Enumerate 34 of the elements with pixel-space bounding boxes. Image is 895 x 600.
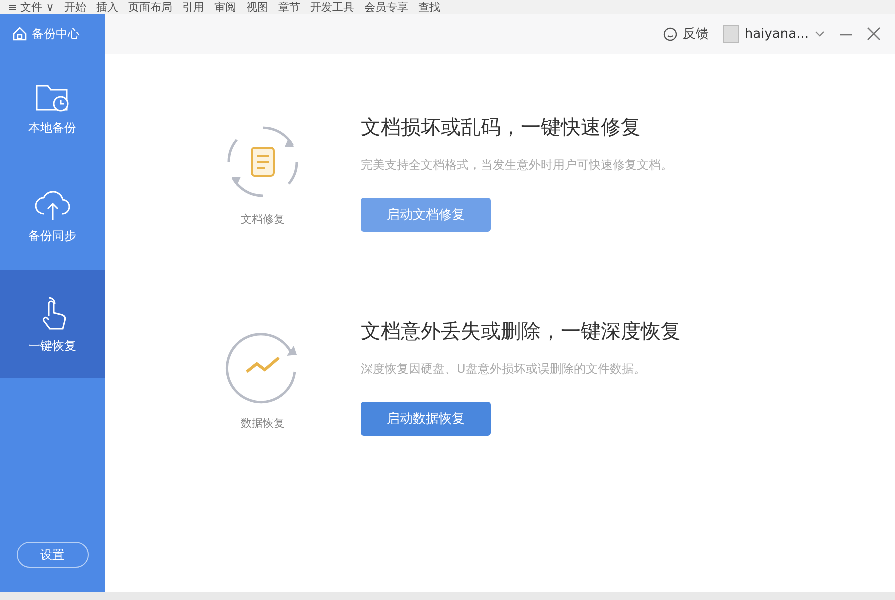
close-icon[interactable] (867, 27, 881, 41)
sidebar-item-label: 一键恢复 (28, 338, 76, 354)
feedback-button[interactable]: 反馈 (662, 25, 709, 43)
sidebar-item-label: 备份同步 (28, 228, 76, 244)
toolbar-menu-item[interactable]: 页面布局 (128, 2, 172, 14)
feature-label: 数据恢复 (241, 416, 285, 431)
toolbar-menu-item[interactable]: ≡ 文件 ∨ (8, 2, 54, 14)
sidebar-title: 备份中心 (32, 26, 80, 42)
section-title: 文档意外丢失或删除，一键深度恢复 (361, 318, 681, 345)
toolbar-menu-item[interactable]: 审阅 (214, 2, 236, 14)
section-description: 完美支持全文档格式，当发生意外时用户可快速修复文档。 (361, 157, 673, 174)
feature-label: 文档修复 (241, 212, 285, 227)
sidebar-item[interactable]: 备份同步 (0, 162, 105, 270)
toolbar-menu-item[interactable]: 会员专享 (364, 2, 408, 14)
chat-icon (662, 26, 678, 42)
chevron-down-icon[interactable] (815, 31, 825, 37)
sidebar-item-label: 本地备份 (28, 120, 76, 136)
settings-button[interactable]: 设置 (16, 542, 88, 568)
user-name[interactable]: haiyana... (744, 26, 809, 42)
toolbar-menu-item[interactable]: 开始 (64, 2, 86, 14)
section-title: 文档损坏或乱码，一键快速修复 (361, 114, 642, 141)
avatar (722, 25, 739, 43)
toolbar-menu-item[interactable]: 视图 (246, 2, 268, 14)
toolbar-menu-item[interactable]: 开发工具 (310, 2, 354, 14)
section-description: 深度恢复因硬盘、U盘意外损坏或误删除的文件数据。 (361, 361, 647, 378)
toolbar-menu-item[interactable]: 引用 (182, 2, 204, 14)
document-repair-icon (225, 124, 301, 200)
sidebar-item[interactable]: 本地备份 (0, 54, 105, 162)
toolbar-menu-item[interactable]: 查找 (418, 2, 440, 14)
start-button[interactable]: 启动数据恢复 (361, 402, 491, 436)
toolbar-menu-item[interactable]: 章节 (278, 2, 300, 14)
home-icon (12, 26, 28, 42)
sidebar-item[interactable]: 一键恢复 (0, 270, 105, 378)
toolbar-menu-item[interactable]: 插入 (96, 2, 118, 14)
